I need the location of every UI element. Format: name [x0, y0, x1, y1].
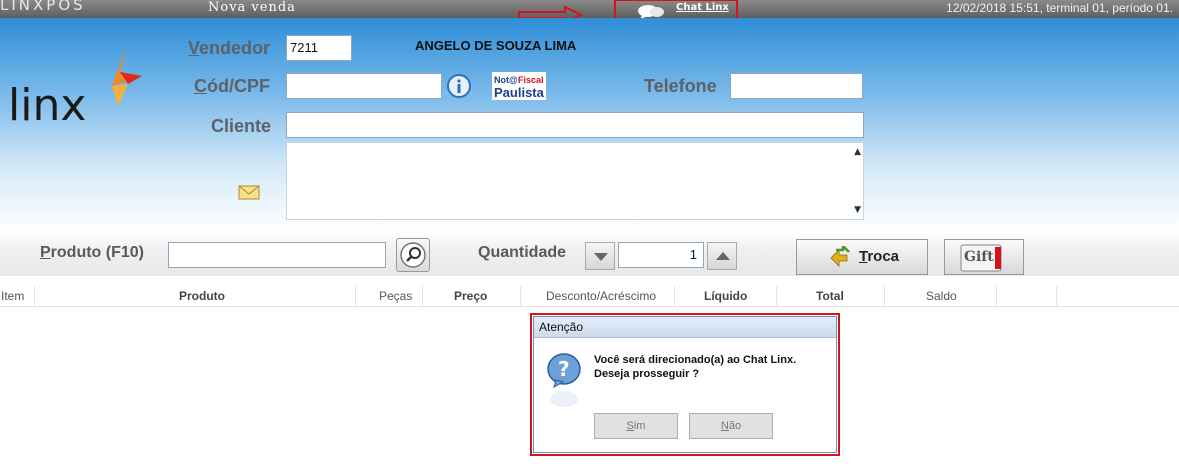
scroll-up-icon[interactable]: ▲ [854, 147, 861, 157]
search-product-button[interactable] [396, 238, 430, 272]
gift-card-button[interactable]: Gift [944, 239, 1024, 275]
cpf-label: Cód/CPF [194, 76, 270, 96]
col-preco: Preço [454, 289, 488, 303]
dialog-message-line2: Deseja prosseguir ? [594, 368, 700, 380]
envelope-icon[interactable] [238, 185, 260, 200]
chat-linx-link[interactable]: Chat Linx [676, 2, 729, 13]
col-produto: Produto [179, 289, 225, 303]
telefone-label: Telefone [644, 76, 717, 96]
svg-text:Gift: Gift [964, 249, 994, 265]
telefone-field[interactable] [730, 73, 863, 99]
quantidade-label: Quantidade [478, 244, 567, 261]
nota-fiscal-paulista-icon[interactable]: Not@ Fiscal Paulista [492, 72, 546, 100]
product-entry-row: Produto (F10) Quantidade 1 Troca Gift [0, 232, 1179, 276]
items-table-header: Item Produto Peças Preço Desconto/Acrésc… [0, 286, 1179, 307]
quantity-field[interactable]: 1 [618, 242, 704, 268]
cpf-field[interactable] [286, 73, 442, 99]
linx-logo-mark-icon [112, 48, 142, 106]
confirm-dialog: Atenção ? Você será direcionado(a) ao Ch… [533, 316, 837, 453]
scroll-down-icon[interactable]: ▼ [854, 205, 861, 215]
gift-card-icon: Gift [960, 244, 1002, 272]
svg-text:?: ? [558, 357, 570, 381]
magnifier-icon [400, 242, 426, 268]
troca-button[interactable]: Troca [796, 239, 928, 275]
info-icon[interactable] [446, 73, 472, 99]
sim-button[interactable]: Sim [594, 413, 678, 439]
sale-header-form: linx Vendedor 7211 ANGELO DE SOUZA LIMA … [0, 18, 1179, 232]
col-desconto: Desconto/Acréscimo [546, 289, 657, 303]
linx-logo-text: linx [8, 80, 87, 131]
module-title: Nova venda [208, 0, 296, 15]
nao-button[interactable]: Não [689, 413, 773, 439]
produto-input[interactable] [168, 242, 386, 268]
col-item: Item [1, 289, 25, 303]
question-icon: ? [547, 353, 581, 407]
cliente-label: Cliente [211, 116, 272, 136]
dialog-message-line1: Você será direcionado(a) ao Chat Linx. [594, 354, 797, 366]
quantity-decrease-button[interactable] [585, 242, 615, 270]
svg-text:Paulista: Paulista [494, 85, 545, 100]
vendedor-name: ANGELO DE SOUZA LIMA [415, 38, 577, 53]
dialog-title: Atenção [534, 317, 836, 338]
svg-text:Not@: Not@ [494, 75, 518, 85]
arrow-up-icon [716, 252, 730, 260]
troca-label: Troca [859, 248, 900, 265]
notes-textarea[interactable]: ▲ ▼ [286, 142, 864, 220]
dialog-message: Você será direcionado(a) ao Chat Linx. D… [594, 353, 796, 381]
vendedor-code-field[interactable]: 7211 [286, 35, 352, 61]
app-brand: LINXPOS [0, 0, 86, 14]
cliente-field[interactable] [286, 112, 864, 138]
exchange-arrows-icon [830, 246, 850, 267]
col-liquido: Líquido [704, 289, 748, 303]
produto-label: Produto (F10) [40, 244, 144, 261]
quantity-increase-button[interactable] [707, 242, 737, 270]
vendedor-label: Vendedor [188, 38, 271, 58]
svg-text:Fiscal: Fiscal [518, 75, 544, 85]
col-total: Total [816, 289, 844, 303]
col-pecas: Peças [379, 289, 413, 303]
title-bar: LINXPOS Nova venda 12/02/2018 15:51, ter… [0, 0, 1179, 18]
session-status: 12/02/2018 15:51, terminal 01, período 0… [946, 1, 1173, 15]
col-saldo: Saldo [926, 289, 957, 303]
arrow-down-icon [594, 253, 608, 261]
